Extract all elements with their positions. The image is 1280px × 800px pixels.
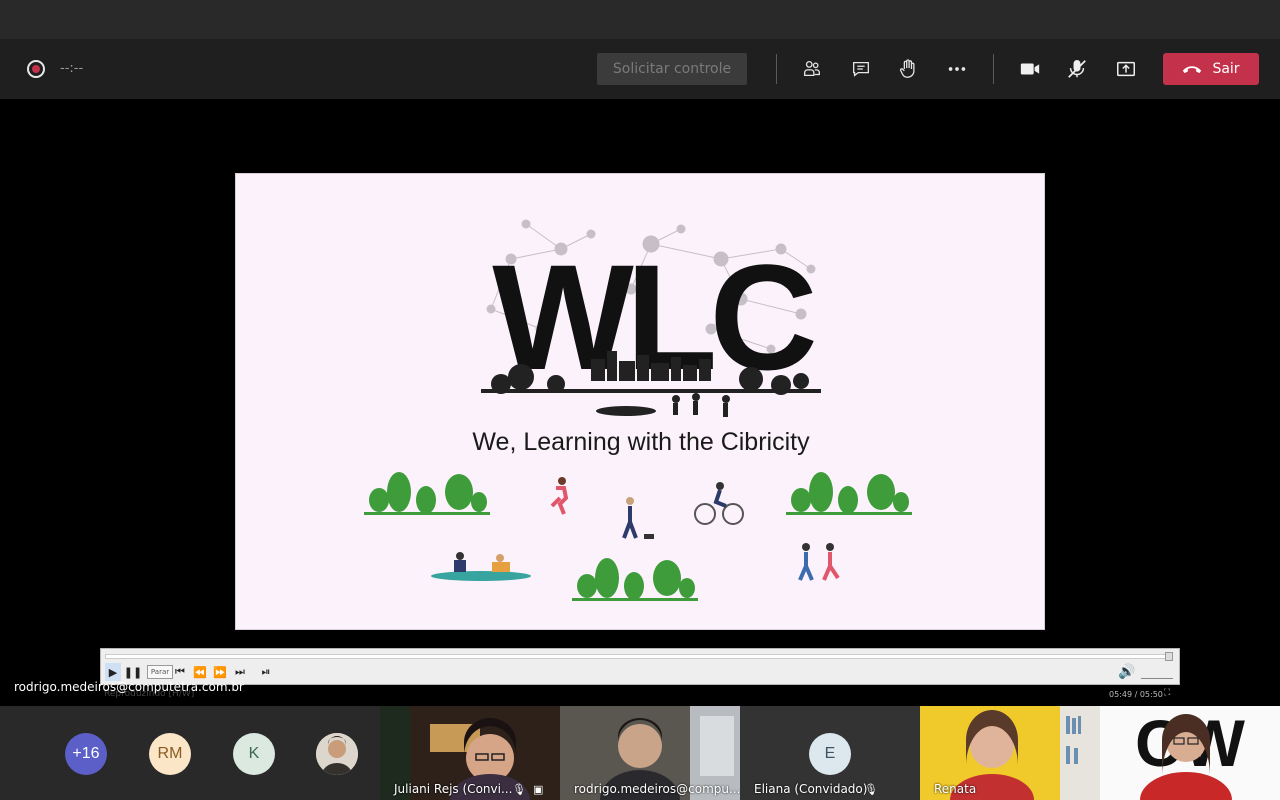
chat-icon[interactable] bbox=[848, 56, 874, 82]
play-icon[interactable]: ▶ bbox=[105, 663, 121, 681]
mic-off-icon: 🎙 bbox=[512, 783, 526, 796]
slide-subtitle: We, Learning with the Cibricity bbox=[472, 428, 810, 456]
presentation-slide: WLC We, Learning with the Cibricity bbox=[235, 173, 1045, 630]
dog-walker-icon bbox=[622, 497, 654, 539]
more-participants-avatar[interactable]: +16 bbox=[65, 733, 107, 775]
participant-name: Eliana (Convidado) bbox=[754, 782, 868, 796]
trees-illustration bbox=[572, 558, 698, 601]
picnic-icon bbox=[431, 552, 531, 581]
participant-avatar[interactable]: RM bbox=[149, 733, 191, 775]
fast-forward-icon[interactable]: ⏩ bbox=[213, 663, 227, 681]
leave-button[interactable]: Sair bbox=[1163, 53, 1259, 85]
camera-icon[interactable] bbox=[1017, 56, 1043, 82]
presenter-badge-icon: ▣ bbox=[533, 783, 544, 796]
wlc-logo: WLC bbox=[481, 219, 821, 417]
stop-button[interactable]: Parar bbox=[147, 665, 173, 679]
participant-video-tile[interactable]: Juliani Rejs (Convi... 🎙 ▣ bbox=[380, 706, 560, 800]
participant-avatar-tile[interactable]: E Eliana (Convidado) 🎙 bbox=[740, 706, 920, 800]
mic-off-icon: 🎙 bbox=[864, 783, 878, 796]
more-options-icon[interactable] bbox=[944, 56, 970, 82]
participant-video-tile[interactable]: rodrigo.medeiros@compu... bbox=[560, 706, 740, 800]
participant-strip: +16 RM K Juliani Rejs (Convi... 🎙 ▣ rodr… bbox=[0, 706, 1280, 800]
participant-name: rodrigo.medeiros@compu... bbox=[574, 782, 740, 796]
presenter-name: rodrigo.medeiros@computetra.com.br bbox=[14, 680, 244, 694]
participant-video: CW bbox=[1100, 706, 1280, 800]
toolbar-divider bbox=[993, 54, 994, 84]
participant-avatar[interactable]: K bbox=[233, 733, 275, 775]
leave-button-label: Sair bbox=[1212, 61, 1240, 77]
participant-video-tile[interactable]: CW bbox=[1100, 706, 1280, 800]
shared-content-stage: WLC We, Learning with the Cibricity bbox=[0, 99, 1280, 706]
participant-name: Juliani Rejs (Convi... bbox=[394, 782, 513, 796]
share-screen-icon[interactable] bbox=[1113, 56, 1139, 82]
participant-name: Renata bbox=[934, 782, 977, 796]
cyclist-icon bbox=[694, 482, 744, 525]
media-player-controls: ▶ ❚❚ Parar ⏮ ⏪ ⏩ ⏭ ⏯ 🔊 bbox=[100, 648, 1180, 685]
meeting-toolbar: --:-- Solicitar controle Sair bbox=[0, 39, 1280, 99]
seek-thumb[interactable] bbox=[1165, 652, 1173, 661]
previous-icon[interactable]: ⏮ bbox=[173, 663, 187, 681]
recording-icon bbox=[27, 60, 45, 78]
fullscreen-icon[interactable]: ⛶ bbox=[1164, 688, 1170, 698]
volume-icon[interactable]: 🔊 bbox=[1118, 664, 1135, 680]
request-control-button[interactable]: Solicitar controle bbox=[597, 53, 747, 85]
trees-illustration bbox=[786, 472, 912, 515]
participant-video-tile[interactable]: Renata bbox=[920, 706, 1100, 800]
trees-illustration bbox=[364, 472, 490, 515]
rewind-icon[interactable]: ⏪ bbox=[193, 663, 207, 681]
frame-step-icon[interactable]: ⏯ bbox=[259, 663, 273, 681]
raise-hand-icon[interactable] bbox=[895, 56, 921, 82]
mic-off-icon[interactable] bbox=[1064, 56, 1090, 82]
volume-slider[interactable] bbox=[1141, 667, 1173, 679]
hang-up-icon bbox=[1183, 66, 1202, 74]
runner-icon bbox=[550, 477, 569, 515]
joggers-icon bbox=[798, 543, 840, 581]
next-icon[interactable]: ⏭ bbox=[233, 663, 247, 681]
seek-bar[interactable] bbox=[105, 654, 1173, 659]
participants-icon[interactable] bbox=[799, 56, 825, 82]
participant-photo-avatar[interactable] bbox=[316, 733, 358, 775]
player-time: 05:49 / 05:50 bbox=[1109, 690, 1163, 699]
meeting-timer: --:-- bbox=[60, 61, 84, 76]
title-bar bbox=[0, 0, 1280, 39]
pause-icon[interactable]: ❚❚ bbox=[124, 663, 142, 681]
participant-avatar: E bbox=[809, 733, 851, 775]
toolbar-divider bbox=[776, 54, 777, 84]
